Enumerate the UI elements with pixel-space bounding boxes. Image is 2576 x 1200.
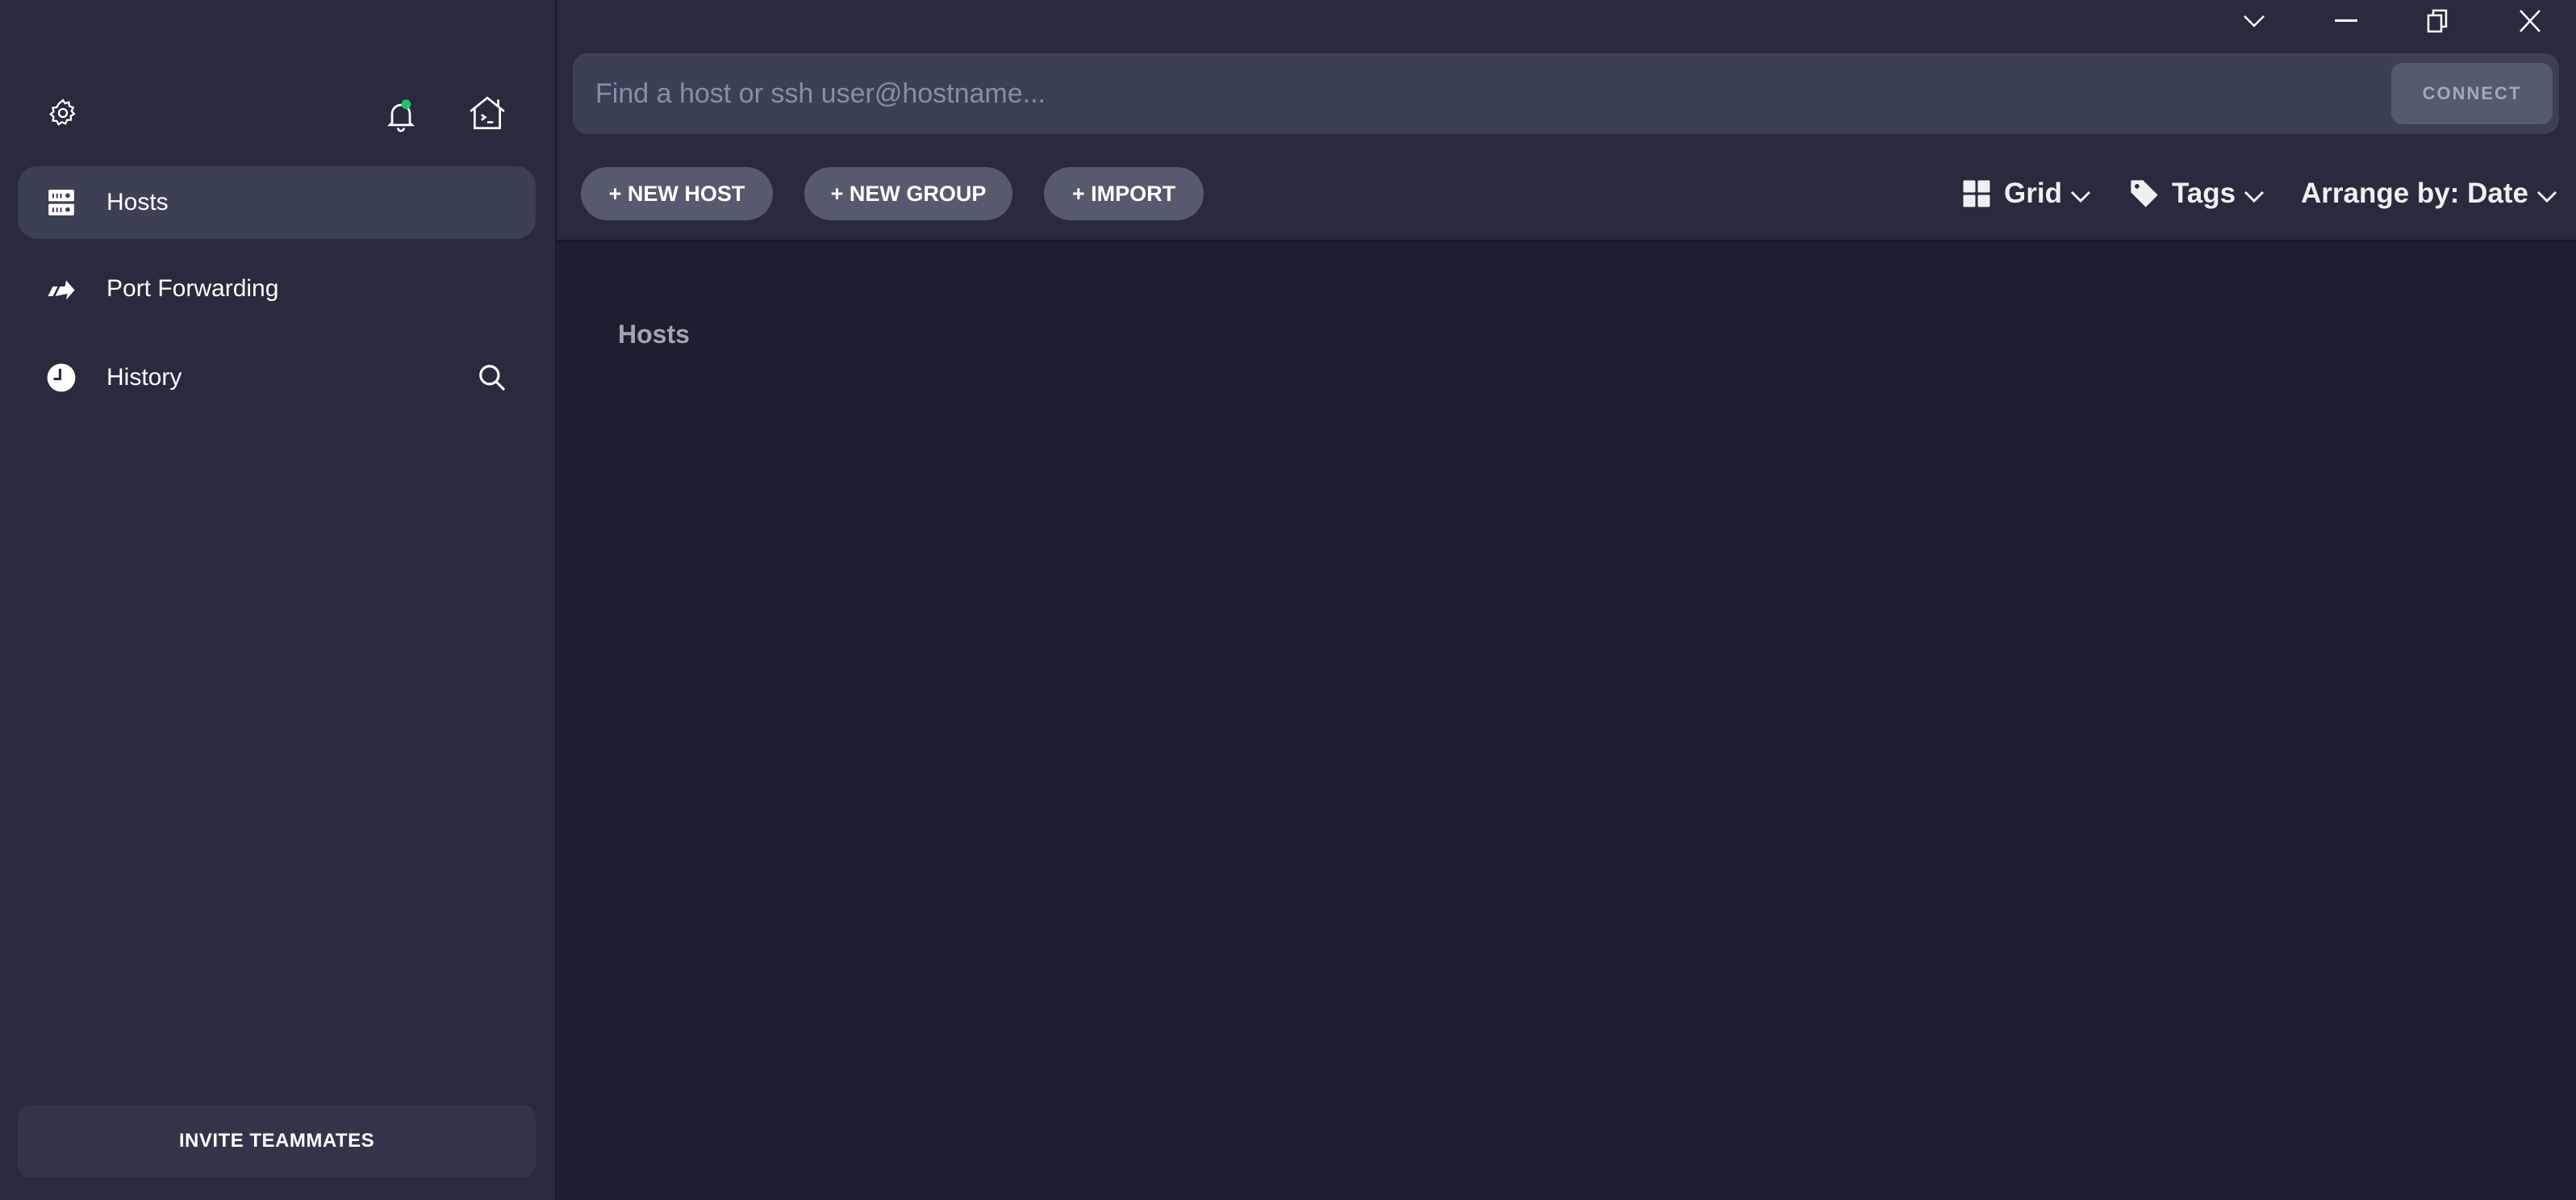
hosts-section-title: Hosts [618,320,690,349]
tag-icon [2128,178,2161,210]
clock-icon [45,362,77,394]
sidebar-item-port-forwarding[interactable]: Port Forwarding [18,253,536,325]
grid-icon [1962,179,1991,208]
tags-dropdown[interactable]: Tags [2128,171,2265,216]
arrange-by-dropdown[interactable]: Arrange by: Date [2301,171,2557,216]
sidebar-item-history[interactable]: History [18,341,536,414]
new-host-button[interactable]: + NEW HOST [581,167,773,220]
view-mode-dropdown[interactable]: Grid [1962,171,2091,216]
chevron-down-icon [2244,190,2265,203]
sidebar: Hosts Port Forwarding History INVITE TEA… [0,0,557,1200]
host-search-bar: CONNECT [573,53,2559,134]
server-icon [45,186,77,219]
invite-teammates-button[interactable]: INVITE TEAMMATES [18,1105,536,1177]
view-mode-label: Grid [2004,178,2062,209]
port-forward-icon [45,273,77,305]
sidebar-item-label: Port Forwarding [106,275,279,302]
close-icon[interactable] [2506,5,2554,37]
search-icon[interactable] [474,360,510,395]
arrange-by-label: Arrange by: Date [2301,178,2529,209]
import-button[interactable]: + IMPORT [1044,167,1204,220]
chevron-down-icon[interactable] [2230,5,2278,37]
chevron-down-icon [2070,190,2091,203]
main-header: CONNECT + NEW HOST + NEW GROUP + IMPORT … [557,0,2576,242]
restore-icon[interactable] [2414,5,2462,37]
sidebar-item-label: Hosts [106,189,169,215]
host-search-input[interactable] [573,53,2354,134]
sidebar-item-hosts[interactable]: Hosts [18,166,536,239]
minimize-icon[interactable] [2322,5,2370,37]
tags-label: Tags [2172,178,2236,209]
gear-icon[interactable] [45,95,81,131]
sidebar-item-label: History [106,364,182,391]
bell-icon[interactable] [381,95,421,136]
home-terminal-icon[interactable] [466,92,508,134]
connect-button[interactable]: CONNECT [2391,63,2553,124]
new-group-button[interactable]: + NEW GROUP [804,167,1012,220]
chevron-down-icon [2536,190,2557,203]
